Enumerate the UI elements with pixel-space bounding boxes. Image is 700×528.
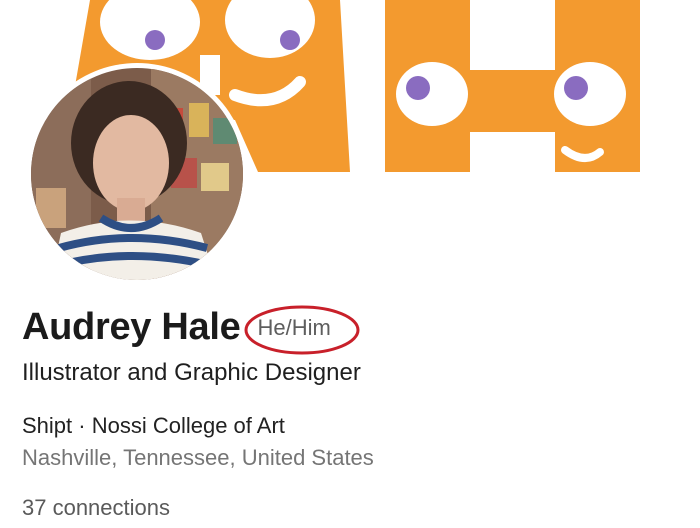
profile-org-line[interactable]: Shipt · Nossi College of Art: [22, 413, 285, 439]
pronouns-container: He/Him: [244, 305, 360, 354]
profile-avatar[interactable]: [26, 63, 248, 285]
connections-link[interactable]: 37 connections: [22, 495, 170, 521]
name-row: Audrey Hale He/Him: [22, 305, 360, 354]
profile-location: Nashville, Tennessee, United States: [22, 445, 374, 470]
profile-name: Audrey Hale: [22, 306, 241, 348]
profile-headline: Illustrator and Graphic Designer: [22, 359, 361, 386]
avatar-photo: [31, 68, 243, 280]
profile-pronouns: He/Him: [257, 314, 331, 340]
